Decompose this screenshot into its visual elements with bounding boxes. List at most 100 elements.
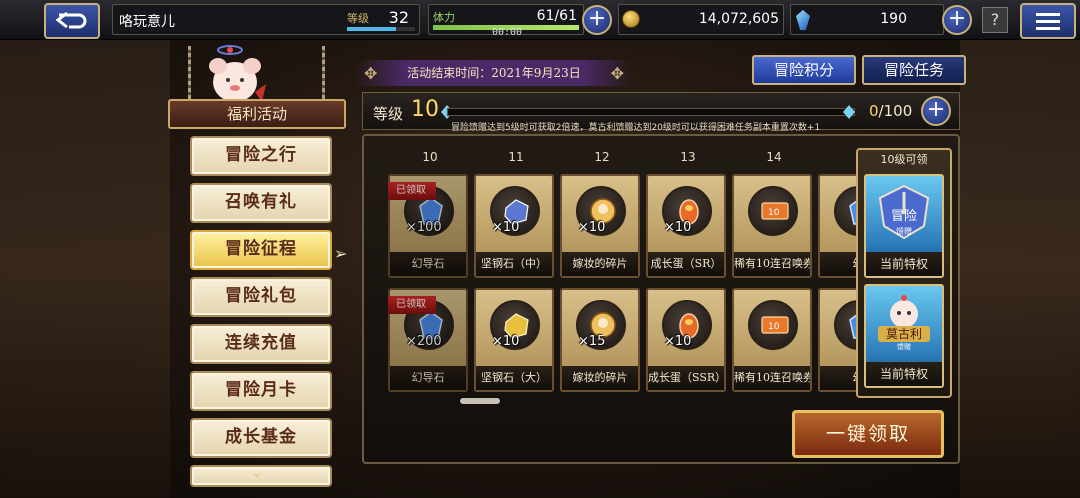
sidebar-menu: 冒险之行 召唤有礼 冒险征程 冒险礼包 连续充值 冒险月卡 成长基金 xyxy=(190,136,332,494)
reward-name: 成长蛋（SSR） xyxy=(648,366,724,390)
reward-quantity: ×100 xyxy=(406,220,442,235)
reward-card[interactable]: ×10 嫁妆的碎片 xyxy=(560,174,640,278)
reward-card[interactable]: 幻 xyxy=(818,174,858,278)
claim-all-button[interactable]: 一键领取 xyxy=(792,410,944,458)
reward-card[interactable]: 10 稀有10连召唤券 xyxy=(732,174,812,278)
emblem-title-text: 冒险 xyxy=(891,209,917,224)
emblem-sub-text: 馈赠 xyxy=(896,226,912,236)
moogle-mascot-icon xyxy=(209,45,266,102)
ornament-right-icon: ✥ xyxy=(610,64,624,83)
reward-card[interactable]: 10 稀有10连召唤券 xyxy=(732,288,812,392)
privilege-label: 当前特权 xyxy=(866,252,942,276)
active-item-arrow-icon: ➢ xyxy=(334,244,348,263)
reward-name: 幻 xyxy=(820,252,858,276)
points-total: /100 xyxy=(878,102,913,120)
scroll-down-chevron-icon[interactable]: ⌄ xyxy=(250,462,263,481)
help-button[interactable]: ? xyxy=(982,7,1008,33)
gil-value: 14,072,605 xyxy=(698,11,779,27)
stamina-panel: 体力 61/61 00:00 xyxy=(428,4,584,38)
sidebar-title: 福利活动 xyxy=(168,99,346,129)
privilege-label: 当前特权 xyxy=(866,362,942,386)
level-row-number: 10 xyxy=(411,97,439,122)
plus-icon: + xyxy=(587,6,607,31)
points-readout: 0/100 xyxy=(869,102,912,120)
claimed-badge: 已领取 xyxy=(388,182,436,200)
sidebar-item-adventure-pack[interactable]: 冒险礼包 xyxy=(190,277,332,317)
ornament-left-icon: ✥ xyxy=(364,64,378,83)
player-name: 咯玩意儿 xyxy=(119,14,175,30)
summon-ticket-icon: 10 xyxy=(761,202,789,220)
reward-card[interactable]: ×10 成长蛋（SR） xyxy=(646,174,726,278)
reward-card[interactable]: ×10 坚钢石（中） xyxy=(474,174,554,278)
reward-card[interactable]: ×10 坚钢石（大） xyxy=(474,288,554,392)
background-right xyxy=(960,40,1080,498)
level-value: 32 xyxy=(388,8,409,27)
reward-name: 幻导石 xyxy=(390,366,466,390)
stamina-value: 61/61 xyxy=(536,8,577,24)
reward-quantity: ×10 xyxy=(492,334,520,349)
sidebar-item-adventure-trip[interactable]: 冒险之行 xyxy=(190,136,332,176)
svg-text:10: 10 xyxy=(768,208,780,218)
sidebar-item-adventure-journey[interactable]: 冒险征程 xyxy=(190,230,332,270)
adventure-privilege-card[interactable]: 冒险 馈赠 当前特权 xyxy=(864,174,944,278)
sign-chain-right xyxy=(322,46,325,100)
sidebar-item-growth-fund[interactable]: 成长基金 xyxy=(190,418,332,458)
rewards-grid[interactable]: 已领取 ×100 幻导石 ×10 坚钢石（中） ×10 嫁妆的碎片 ×10 成长蛋（SR） 10 稀… xyxy=(388,174,858,392)
gil-coin-icon xyxy=(622,10,640,28)
add-gems-button[interactable]: + xyxy=(942,5,972,35)
reward-name: 稀有10连召唤券 xyxy=(734,252,810,276)
main-menu-button[interactable] xyxy=(1020,3,1076,39)
back-button[interactable] xyxy=(44,3,100,39)
sidebar-item-summon-gift[interactable]: 召唤有礼 xyxy=(190,183,332,223)
level-column-number: 14 xyxy=(766,150,782,164)
top-bar: 咯玩意儿 等级 32 体力 61/61 00:00 + 14,072,605 1… xyxy=(0,0,1080,40)
reward-quantity: ×200 xyxy=(406,334,442,349)
summon-ticket-icon: 10 xyxy=(761,316,789,334)
xp-bar xyxy=(347,27,415,31)
emblem-title-text: 莫古利 xyxy=(886,326,922,341)
return-arrow-icon xyxy=(55,11,87,29)
add-stamina-button[interactable]: + xyxy=(582,5,612,35)
reward-quantity: ×10 xyxy=(664,334,692,349)
xp-bar-fill xyxy=(347,27,396,31)
horizontal-scrollbar[interactable] xyxy=(460,398,500,404)
level-column-number: 13 xyxy=(680,150,696,164)
reward-quantity: ×10 xyxy=(664,220,692,235)
event-end-banner: ✥ 活动结束时间：2021年9月23日 ✥ xyxy=(356,60,632,86)
reward-icon-frame: 10 xyxy=(748,186,798,236)
reward-card[interactable]: 已领取 ×100 幻导石 xyxy=(388,174,468,278)
player-panel: 咯玩意儿 等级 32 xyxy=(112,4,420,35)
reward-card[interactable]: 幻 xyxy=(818,288,858,392)
sidebar-item-monthly-card[interactable]: 冒险月卡 xyxy=(190,371,332,411)
gem-panel: 190 xyxy=(790,4,944,35)
reward-icon-frame: 10 xyxy=(748,300,798,350)
moogle-privilege-card[interactable]: 莫古利 馈赠 当前特权 xyxy=(864,284,944,388)
points-current: 0 xyxy=(869,102,879,120)
reward-name: 成长蛋（SR） xyxy=(648,252,724,276)
level-progress-row: 等级 10 冒险馈赠达到5级时可获取2倍速，莫古利馈赠达到20级时可以获得困难任… xyxy=(362,92,960,133)
add-points-button[interactable]: + xyxy=(921,96,951,126)
reward-quantity: ×10 xyxy=(578,220,606,235)
reward-name: 幻 xyxy=(820,366,858,390)
stamina-label: 体力 xyxy=(433,11,455,24)
level-column-number: 10 xyxy=(422,150,438,164)
sign-chain-left xyxy=(188,46,191,100)
tab-adventure-tasks[interactable]: 冒险任务 xyxy=(862,55,966,85)
reward-card[interactable]: ×15 嫁妆的碎片 xyxy=(560,288,640,392)
level-row-label: 等级 xyxy=(373,105,404,123)
reward-icon-frame xyxy=(834,186,858,236)
plus-icon: + xyxy=(926,97,946,122)
reward-card[interactable]: ×10 成长蛋（SSR） xyxy=(646,288,726,392)
reward-card[interactable]: 已领取 ×200 幻导石 xyxy=(388,288,468,392)
sidebar-item-continuous-topup[interactable]: 连续充值 xyxy=(190,324,332,364)
background-left xyxy=(0,40,170,498)
gem-crystal-icon xyxy=(796,10,810,30)
reward-name: 坚钢石（中） xyxy=(476,252,552,276)
reward-quantity: ×15 xyxy=(578,334,606,349)
reward-name: 坚钢石（大） xyxy=(476,366,552,390)
level-column-number: 12 xyxy=(594,150,610,164)
level-label: 等级 xyxy=(347,12,369,25)
tab-adventure-points[interactable]: 冒险积分 xyxy=(752,55,856,85)
claimed-badge: 已领取 xyxy=(388,296,436,314)
hamburger-menu-icon xyxy=(1036,13,1060,30)
